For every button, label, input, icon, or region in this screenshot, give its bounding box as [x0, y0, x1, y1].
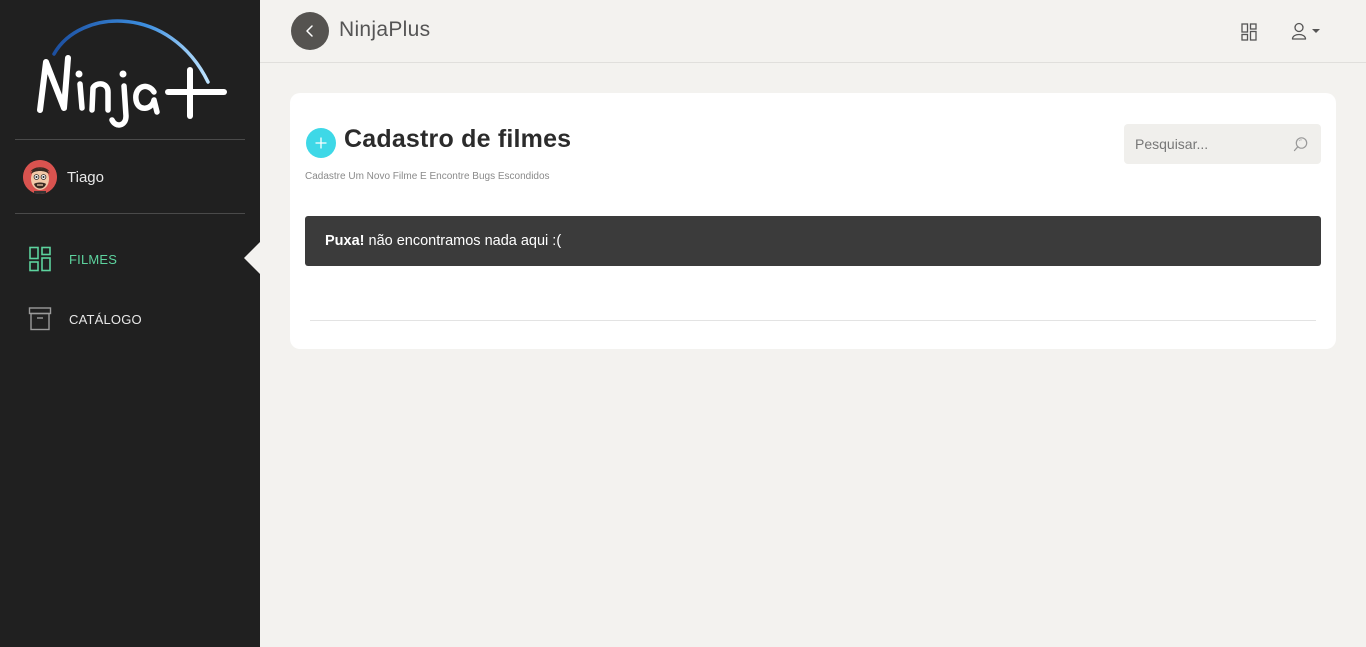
top-bar: NinjaPlus [260, 0, 1366, 63]
back-button[interactable] [291, 12, 329, 50]
sidebar-item-catalogo[interactable]: CATÁLOGO [28, 306, 142, 332]
sidebar-item-label: CATÁLOGO [69, 311, 142, 327]
user-menu-button[interactable] [1291, 22, 1322, 40]
dashboard-icon [29, 246, 51, 272]
alert-title: Puxa! [325, 233, 365, 249]
sidebar-divider-top [15, 139, 245, 140]
alert-message: não encontramos nada aqui :( [368, 233, 562, 249]
search-icon[interactable] [1293, 136, 1309, 152]
apps-button[interactable] [1241, 23, 1257, 41]
search-box [1124, 124, 1321, 164]
sidebar-divider-bottom [15, 213, 245, 214]
user-name: Tiago [67, 168, 104, 186]
user-profile[interactable]: Tiago [23, 160, 104, 194]
search-input[interactable] [1124, 124, 1284, 164]
sidebar: Tiago FILMES CATÁLOGO [0, 0, 260, 647]
user-icon [1291, 22, 1307, 40]
add-movie-button[interactable] [306, 128, 336, 158]
plus-icon [315, 137, 327, 149]
active-indicator [244, 242, 260, 274]
archive-icon [28, 307, 52, 331]
sidebar-item-label: FILMES [69, 251, 118, 267]
card-subtitle: Cadastre Um Novo Filme E Encontre Bugs E… [305, 171, 550, 182]
dashboard-icon [1241, 23, 1257, 41]
card-title: Cadastro de filmes [344, 125, 572, 153]
card-divider [310, 320, 1316, 321]
sidebar-item-filmes[interactable]: FILMES [28, 246, 117, 272]
caret-down-icon [1312, 29, 1320, 33]
chevron-left-icon [306, 25, 313, 37]
avatar [23, 160, 57, 194]
page-title: NinjaPlus [339, 18, 431, 41]
movies-card: Cadastro de filmes Cadastre Um Novo Film… [290, 93, 1336, 349]
empty-state-alert: Puxa! não encontramos nada aqui :( [305, 216, 1321, 266]
ninjaplus-logo[interactable] [30, 12, 230, 130]
